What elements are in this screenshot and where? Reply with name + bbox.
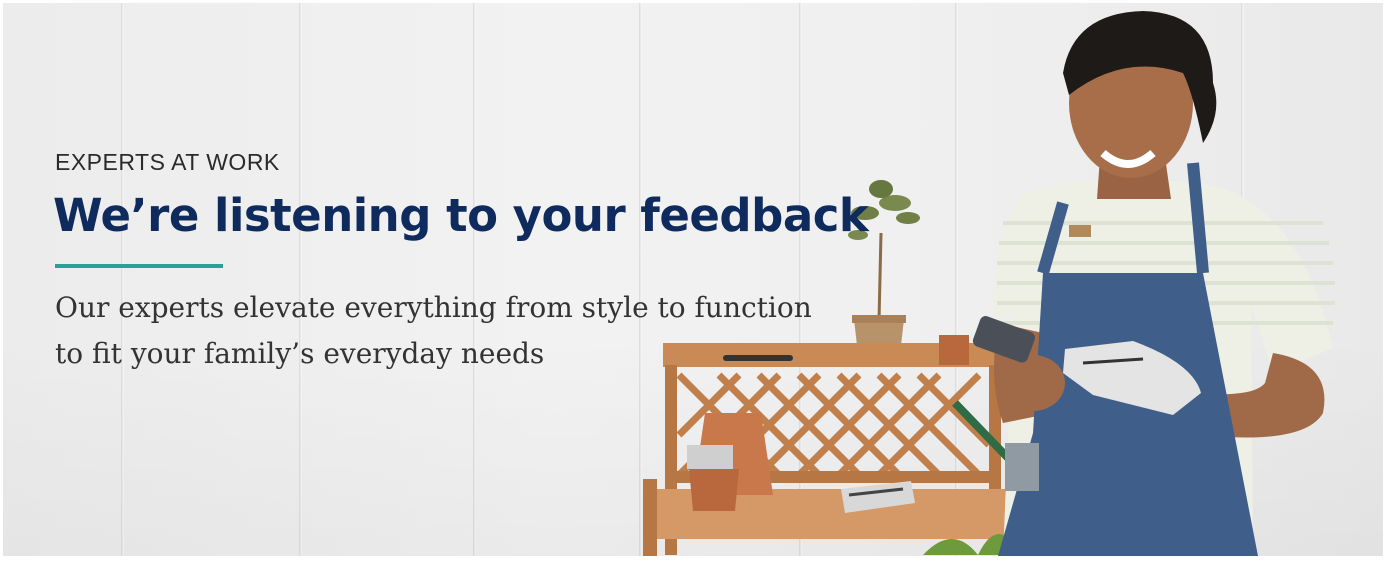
section-eyebrow: EXPERTS AT WORK xyxy=(55,149,280,175)
accent-underline xyxy=(55,264,223,268)
gardener-with-phone-icon xyxy=(952,11,1335,556)
hero-subtitle: Our experts elevate everything from styl… xyxy=(55,291,812,370)
hero-photo xyxy=(643,11,1335,556)
page-title: We’re listening to your feedback xyxy=(53,189,869,242)
hero-banner: EXPERTS AT WORK We’re listening to your … xyxy=(3,3,1383,556)
